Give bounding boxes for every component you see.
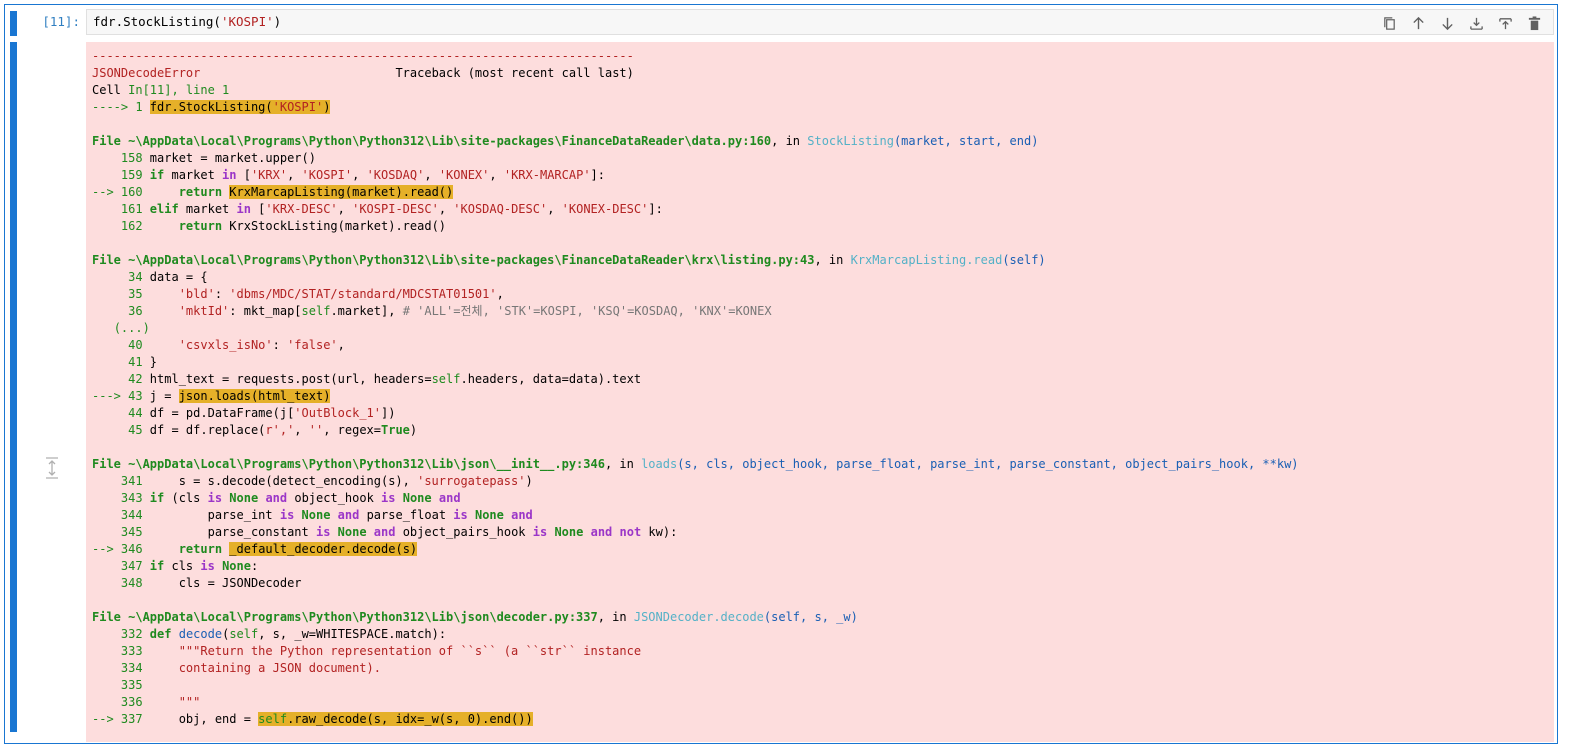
delete-icon — [1528, 15, 1541, 30]
expand-output-icon[interactable] — [44, 457, 60, 479]
insert-below-icon — [1499, 17, 1512, 29]
error-output: ----------------------------------------… — [86, 42, 1554, 742]
move-up-button[interactable] — [1408, 14, 1429, 32]
execution-count-prompt: [11]: — [42, 14, 80, 29]
move-up-icon — [1413, 16, 1424, 29]
input-code-line[interactable]: fdr.StockListing('KOSPI') — [93, 14, 281, 30]
duplicate-button[interactable] — [1379, 14, 1400, 32]
move-down-icon — [1442, 17, 1453, 30]
move-down-button[interactable] — [1437, 14, 1458, 32]
insert-above-icon — [1470, 17, 1483, 30]
insert-below-button[interactable] — [1495, 14, 1516, 32]
duplicate-icon — [1384, 16, 1395, 30]
output-collapser[interactable] — [10, 42, 17, 732]
insert-above-button[interactable] — [1466, 14, 1487, 32]
code-input-editor[interactable]: fdr.StockListing('KOSPI') — [86, 9, 1554, 35]
traceback-text: ----------------------------------------… — [92, 49, 1299, 726]
delete-button[interactable] — [1524, 14, 1545, 32]
cell-toolbar — [1379, 14, 1545, 32]
input-collapser[interactable] — [10, 11, 17, 36]
